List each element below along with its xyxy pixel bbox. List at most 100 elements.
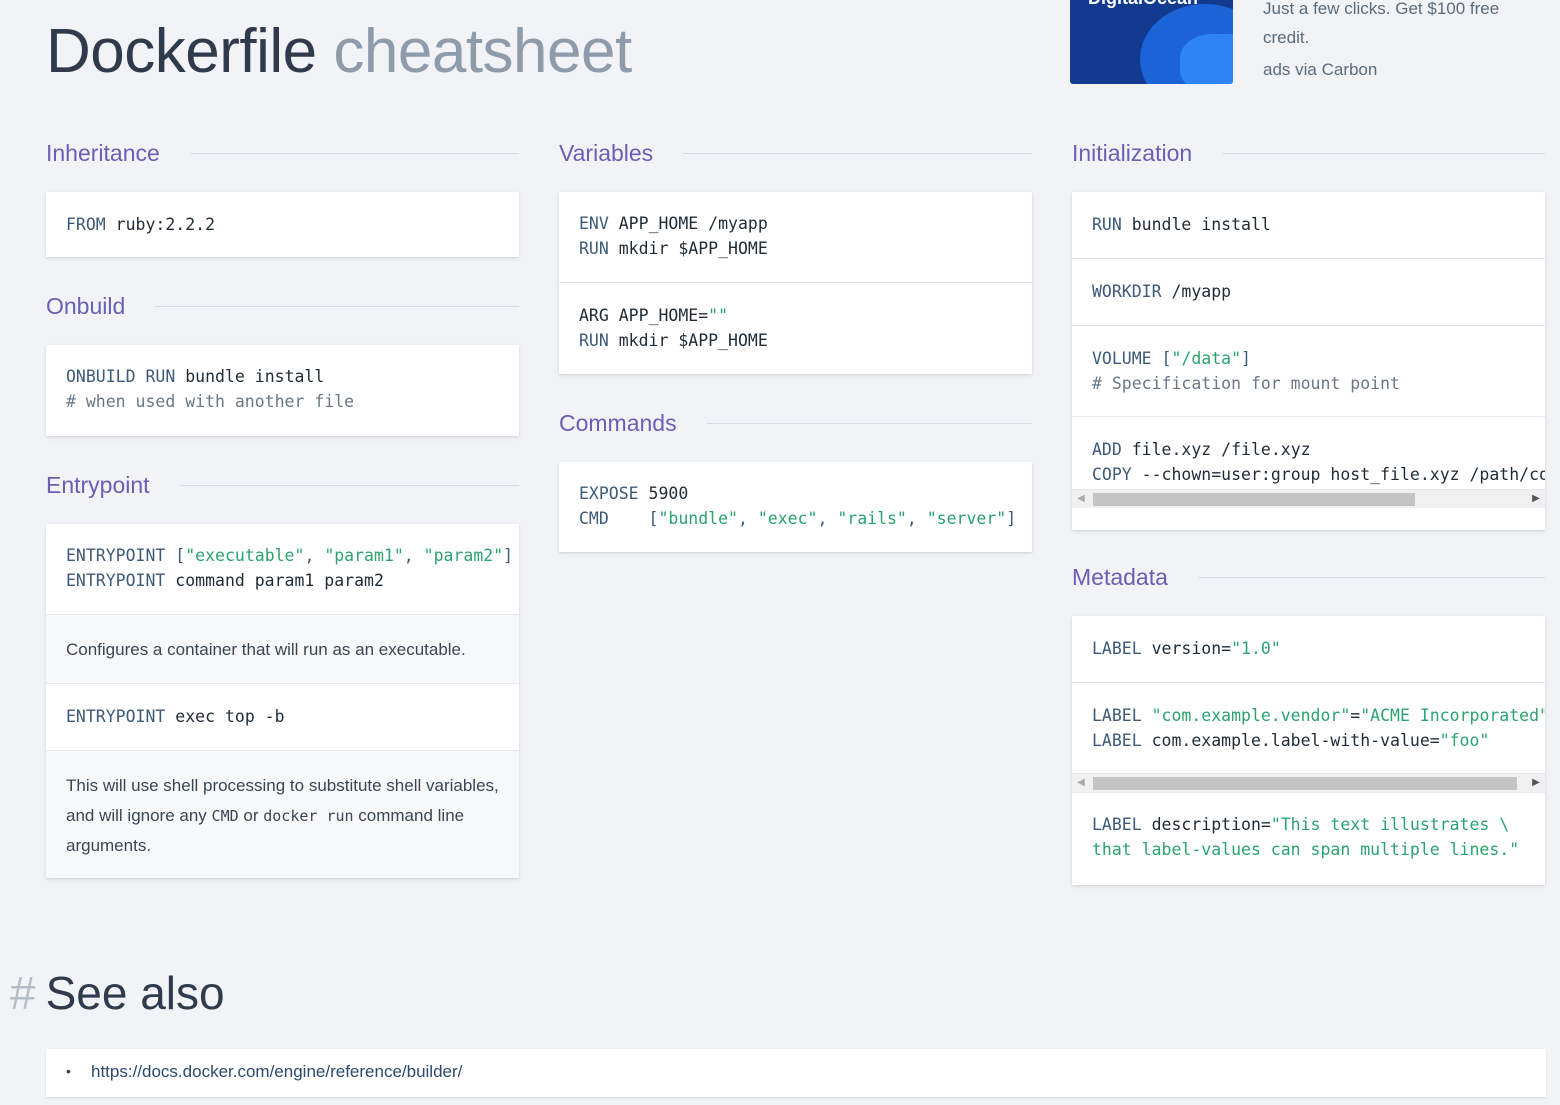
code-string: that label-values can span multiple line…: [1092, 840, 1520, 859]
code-punct: ]: [503, 546, 514, 565]
page-title-sub: cheatsheet: [333, 17, 632, 86]
section-divider: [1197, 577, 1545, 578]
see-also-heading: # See also: [10, 966, 225, 1020]
code-comment: # when used with another file: [66, 392, 355, 411]
code-block: LABEL "com.example.vendor"="ACME Incorpo…: [1072, 683, 1545, 773]
code-card-entrypoint: ENTRYPOINT ["executable", "param1", "par…: [46, 524, 519, 878]
section-divider: [189, 153, 519, 154]
code-string: "This text illustrates \: [1270, 815, 1510, 834]
scroll-right-icon[interactable]: ▶: [1527, 774, 1545, 792]
code-keyword: CMD: [579, 509, 609, 528]
ad-text[interactable]: Just a few clicks. Get $100 free credit.: [1263, 0, 1533, 52]
inline-code: CMD: [211, 807, 239, 825]
section-title: Initialization: [1072, 140, 1193, 166]
code-keyword: LABEL: [1092, 706, 1142, 725]
code-punct: ,: [817, 509, 838, 528]
code-keyword: WORKDIR: [1092, 282, 1162, 301]
ad-image[interactable]: DigitalOcean: [1070, 0, 1233, 84]
section-title: Entrypoint: [46, 472, 150, 498]
code-value: file.xyz /file.xyz: [1121, 440, 1311, 459]
anchor-hash-icon[interactable]: #: [10, 967, 36, 1019]
code-value: version=: [1141, 639, 1232, 658]
code-string: "1.0": [1231, 639, 1281, 658]
code-block: FROM ruby:2.2.2: [46, 192, 519, 257]
code-value: ruby:2.2.2: [105, 215, 216, 234]
section-heading-commands: Commands: [559, 410, 1032, 437]
scrollbar-thumb[interactable]: [1093, 493, 1415, 506]
code-block: EXPOSE 5900 CMD ["bundle", "exec", "rail…: [559, 462, 1032, 552]
code-keyword: RUN: [579, 239, 609, 258]
section-title: Metadata: [1072, 564, 1168, 590]
code-value: --chown=user:group host_file.xyz /path/c…: [1141, 465, 1545, 484]
code-string: "foo": [1439, 731, 1490, 750]
scroll-right-icon[interactable]: ▶: [1527, 490, 1545, 508]
code-scroll-area[interactable]: ADD file.xyz /file.xyz COPY --chown=user…: [1072, 417, 1545, 508]
code-value: /myapp: [1161, 282, 1232, 301]
docker-reference-link[interactable]: https://docs.docker.com/engine/reference…: [91, 1062, 462, 1082]
code-string: "/data": [1171, 349, 1242, 368]
section-heading-initialization: Initialization: [1072, 140, 1545, 167]
horizontal-scrollbar[interactable]: ◀ ▶: [1072, 489, 1545, 508]
section-title: Commands: [559, 410, 677, 436]
page-title: Dockerfile cheatsheet: [46, 14, 632, 90]
code-value: 5900: [638, 484, 689, 503]
code-string: "rails": [837, 509, 907, 528]
section-heading-entrypoint: Entrypoint: [46, 472, 519, 499]
code-keyword: RUN: [579, 331, 609, 350]
ad-via-link[interactable]: ads via Carbon: [1263, 60, 1377, 80]
code-block: ENTRYPOINT exec top -b: [46, 684, 519, 751]
code-card-metadata: LABEL version="1.0" LABEL "com.example.v…: [1072, 616, 1545, 885]
section-divider: [1222, 153, 1545, 154]
code-value: com.example.label-with-value=: [1141, 731, 1440, 750]
code-value: mkdir $APP_HOME: [608, 239, 768, 258]
section-title: Inheritance: [46, 140, 160, 166]
code-string: "server": [926, 509, 1007, 528]
code-scroll-area[interactable]: LABEL "com.example.vendor"="ACME Incorpo…: [1072, 683, 1545, 793]
code-keyword: RUN: [1092, 215, 1122, 234]
code-keyword: ARG: [579, 306, 609, 325]
code-value: exec top -b: [165, 707, 285, 726]
scroll-left-icon[interactable]: ◀: [1072, 774, 1090, 792]
page-title-main: Dockerfile: [46, 17, 317, 86]
code-value: APP_HOME /myapp: [608, 214, 768, 233]
code-punct: [: [165, 546, 186, 565]
code-punct: ]: [1241, 349, 1251, 368]
section-divider: [179, 485, 519, 486]
section-title: Variables: [559, 140, 654, 166]
scroll-left-icon[interactable]: ◀: [1072, 490, 1090, 508]
horizontal-scrollbar[interactable]: ◀ ▶: [1072, 773, 1545, 792]
section-heading-inheritance: Inheritance: [46, 140, 519, 167]
bullet-icon: •: [66, 1063, 71, 1079]
section-divider: [706, 423, 1032, 424]
ad-brand-logo: DigitalOcean: [1088, 0, 1198, 9]
description-text: This will use shell processing to substi…: [46, 751, 519, 878]
code-punct: ,: [403, 546, 424, 565]
section-divider: [683, 153, 1032, 154]
section-heading-onbuild: Onbuild: [46, 293, 519, 320]
scrollbar-thumb[interactable]: [1093, 777, 1517, 790]
code-card-inheritance: FROM ruby:2.2.2: [46, 192, 519, 257]
code-keyword: ENTRYPOINT: [66, 707, 166, 726]
code-block: RUN bundle install: [1072, 192, 1545, 259]
code-block: VOLUME ["/data"] # Specification for mou…: [1072, 326, 1545, 417]
code-keyword: ENTRYPOINT: [66, 571, 166, 590]
code-keyword: LABEL: [1092, 815, 1142, 834]
code-comment: # Specification for mount point: [1092, 374, 1400, 393]
description-text: Configures a container that will run as …: [46, 615, 519, 684]
code-keyword: ONBUILD: [66, 367, 136, 386]
code-value: bundle install: [175, 367, 325, 386]
ad-wave-shape: [1180, 34, 1233, 84]
inline-code: docker run: [263, 807, 354, 825]
code-keyword: EXPOSE: [579, 484, 639, 503]
code-value: bundle install: [1121, 215, 1271, 234]
code-string: "param2": [423, 546, 504, 565]
code-value: =: [1350, 706, 1361, 725]
code-card-onbuild: ONBUILD RUN bundle install # when used w…: [46, 345, 519, 436]
code-block: ONBUILD RUN bundle install # when used w…: [46, 345, 519, 436]
section-divider: [155, 306, 519, 307]
code-punct: [: [608, 509, 659, 528]
code-keyword: ENV: [579, 214, 609, 233]
code-block: ENTRYPOINT ["executable", "param1", "par…: [46, 524, 519, 615]
section-heading-metadata: Metadata: [1072, 564, 1545, 591]
code-punct: ]: [1006, 509, 1017, 528]
